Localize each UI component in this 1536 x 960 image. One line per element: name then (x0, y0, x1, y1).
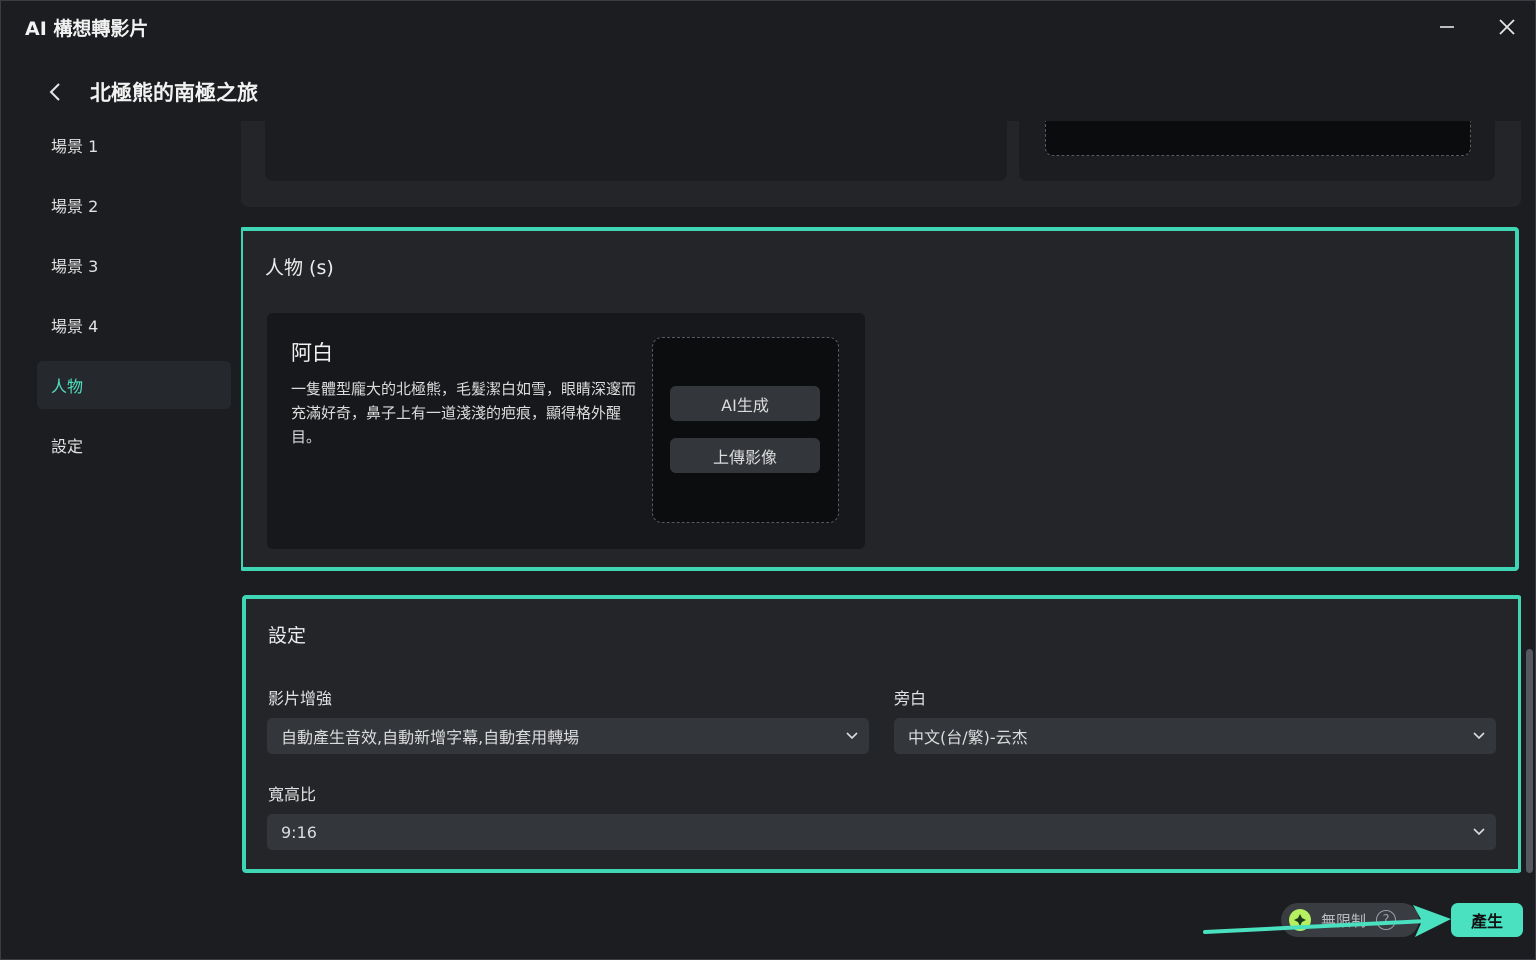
scene-image-dropzone[interactable] (1045, 121, 1471, 156)
previous-scene-card (241, 121, 1521, 207)
title-bar: AI 構想轉影片 (1, 1, 1535, 53)
minimize-button[interactable] (1431, 11, 1463, 43)
aspect-value: 9:16 (281, 822, 317, 842)
app-window: AI 構想轉影片 北極熊的南極之旅 場景 1 場景 2 場景 3 場景 4 人物… (0, 0, 1536, 960)
character-description: 一隻體型龐大的北極熊，毛髮潔白如雪，眼睛深邃而充滿好奇，鼻子上有一道淺淺的疤痕，… (291, 380, 637, 446)
aspect-label: 寬高比 (268, 785, 317, 804)
page-header: 北極熊的南極之旅 (1, 69, 1535, 115)
characters-section: 人物 (s) 阿白 一隻體型龐大的北極熊，毛髮潔白如雪，眼睛深邃而充滿好奇，鼻子… (241, 227, 1519, 571)
scene-text-box (265, 121, 1007, 181)
generate-button[interactable]: 產生 (1451, 903, 1523, 937)
close-icon (1499, 19, 1515, 35)
ai-generate-button[interactable]: AI生成 (670, 386, 820, 421)
sidebar-nav: 場景 1 場景 2 場景 3 場景 4 人物 設定 (37, 121, 231, 481)
sidebar-item-scene-3[interactable]: 場景 3 (37, 241, 231, 289)
minimize-icon (1440, 26, 1454, 28)
close-button[interactable] (1491, 11, 1523, 43)
main-content: 人物 (s) 阿白 一隻體型龐大的北極熊，毛髮潔白如雪，眼睛深邃而充滿好奇，鼻子… (241, 121, 1521, 960)
sidebar-item-scene-1[interactable]: 場景 1 (37, 121, 231, 169)
characters-title: 人物 (s) (265, 257, 334, 279)
narration-value: 中文(台/繁)-云杰 (908, 728, 1028, 747)
annotation-arrow (1203, 905, 1451, 937)
character-image-dropzone[interactable]: AI生成 上傳影像 (652, 337, 839, 523)
narration-select[interactable]: 中文(台/繁)-云杰 (894, 718, 1496, 754)
page-title: 北極熊的南極之旅 (90, 81, 258, 105)
settings-section: 設定 影片增強 自動產生音效,自動新增字幕,自動套用轉場 旁白 中文(台/繁)-… (242, 595, 1521, 873)
sidebar-item-settings[interactable]: 設定 (37, 421, 231, 469)
content-scrollbar[interactable] (1526, 649, 1533, 873)
character-name: 阿白 (291, 341, 333, 365)
enhance-label: 影片增強 (268, 689, 333, 708)
upload-image-button[interactable]: 上傳影像 (670, 438, 820, 473)
chevron-down-icon (846, 732, 858, 740)
settings-title: 設定 (268, 625, 307, 647)
sidebar-item-characters[interactable]: 人物 (37, 361, 231, 409)
chevron-down-icon (1473, 732, 1485, 740)
chevron-left-icon (49, 83, 60, 101)
aspect-select[interactable]: 9:16 (267, 814, 1496, 850)
character-card: 阿白 一隻體型龐大的北極熊，毛髮潔白如雪，眼睛深邃而充滿好奇，鼻子上有一道淺淺的… (267, 313, 865, 549)
chevron-down-icon (1473, 828, 1485, 836)
sidebar-item-scene-4[interactable]: 場景 4 (37, 301, 231, 349)
window-title: AI 構想轉影片 (25, 18, 149, 40)
enhance-select[interactable]: 自動產生音效,自動新增字幕,自動套用轉場 (267, 718, 869, 754)
narration-label: 旁白 (894, 689, 927, 708)
sidebar-item-scene-2[interactable]: 場景 2 (37, 181, 231, 229)
enhance-value: 自動產生音效,自動新增字幕,自動套用轉場 (281, 728, 580, 747)
back-button[interactable] (41, 77, 71, 107)
